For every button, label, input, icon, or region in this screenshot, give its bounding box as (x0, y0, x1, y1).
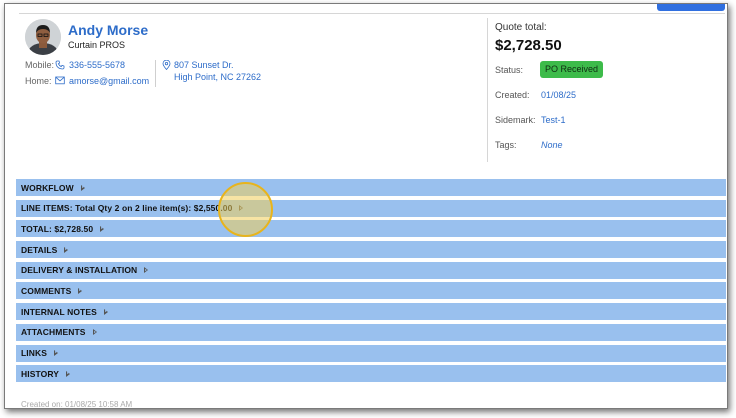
section-delivery-installation[interactable]: DELIVERY & INSTALLATION (16, 261, 726, 279)
section-title: DELIVERY & INSTALLATION (21, 265, 138, 276)
section-attachments[interactable]: ATTACHMENTS (16, 323, 726, 341)
expand-arrow-icon[interactable] (100, 225, 105, 232)
section-title: HISTORY (21, 368, 60, 379)
expand-arrow-icon[interactable] (103, 308, 108, 315)
person-photo-icon (25, 19, 61, 55)
section-title: ATTACHMENTS (21, 327, 86, 338)
section-internal-notes[interactable]: INTERNAL NOTES (16, 303, 726, 321)
section-title: LINE ITEMS: Total Qty 2 on 2 line item(s… (21, 203, 233, 214)
status-badge[interactable]: PO Received (540, 61, 604, 78)
sidemark-link[interactable]: Test-1 (541, 115, 566, 125)
section-title: WORKFLOW (21, 182, 74, 193)
address-line2-link[interactable]: High Point, NC 27262 (174, 72, 261, 82)
status-label: Status: (495, 65, 524, 75)
customer-name[interactable]: Andy Morse (68, 22, 148, 38)
section-title: TOTAL: $2,728.50 (21, 223, 94, 234)
collapsible-sections: WORKFLOW LINE ITEMS: Total Qty 2 on 2 li… (16, 179, 726, 386)
home-label: Home: (25, 76, 52, 86)
section-total[interactable]: TOTAL: $2,728.50 (16, 220, 726, 238)
expand-arrow-icon[interactable] (64, 246, 69, 253)
tags-value[interactable]: None (541, 140, 563, 150)
top-tab-accent[interactable] (657, 4, 725, 11)
tags-label: Tags: (495, 140, 517, 150)
expand-arrow-icon[interactable] (144, 267, 149, 274)
avatar (25, 19, 61, 55)
quote-window: Andy Morse Curtain PROS Mobile: 336-555-… (4, 3, 728, 409)
click-highlight-cursor (218, 182, 273, 237)
section-workflow[interactable]: WORKFLOW (16, 179, 726, 196)
mobile-phone-link[interactable]: 336-555-5678 (69, 60, 125, 70)
section-comments[interactable]: COMMENTS (16, 282, 726, 300)
summary-divider (487, 18, 488, 162)
header-divider (19, 13, 725, 14)
expand-arrow-icon[interactable] (80, 184, 85, 191)
section-title: COMMENTS (21, 285, 72, 296)
quote-total-label: Quote total: (495, 22, 547, 33)
section-history[interactable]: HISTORY (16, 365, 726, 383)
created-footer-text: Created on: 01/08/25 10:58 AM (21, 400, 133, 409)
expand-arrow-icon[interactable] (54, 350, 58, 356)
quote-total-value: $2,728.50 (495, 37, 562, 54)
created-date: 01/08/25 (541, 90, 577, 100)
section-title: INTERNAL NOTES (21, 306, 97, 317)
expand-arrow-icon[interactable] (66, 370, 71, 377)
section-details[interactable]: DETAILS (16, 241, 726, 259)
location-pin-icon (162, 60, 171, 70)
created-label: Created: (495, 90, 530, 100)
email-link[interactable]: amorse@gmail.com (69, 76, 149, 86)
phone-icon (55, 60, 65, 70)
section-title: DETAILS (21, 244, 58, 255)
sidemark-label: Sidemark: (495, 115, 536, 125)
section-title: LINKS (21, 348, 47, 358)
expand-arrow-icon[interactable] (92, 329, 97, 336)
section-line-items[interactable]: LINE ITEMS: Total Qty 2 on 2 line item(s… (16, 199, 726, 217)
contact-divider (155, 60, 156, 87)
expand-arrow-icon[interactable] (78, 287, 83, 294)
customer-company: Curtain PROS (68, 40, 126, 50)
mobile-label: Mobile: (25, 60, 55, 70)
address-line1-link[interactable]: 807 Sunset Dr. (174, 60, 234, 70)
mail-icon (55, 76, 65, 85)
section-links[interactable]: LINKS (16, 344, 726, 362)
